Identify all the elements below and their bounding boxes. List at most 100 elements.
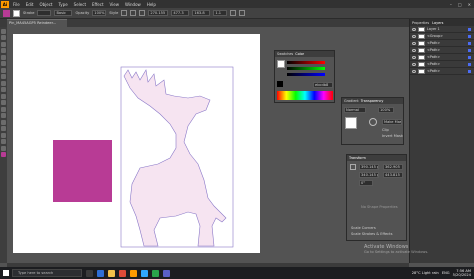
selection-indicator[interactable] bbox=[468, 62, 471, 66]
red-slider[interactable] bbox=[287, 61, 325, 64]
layer-row[interactable]: <Group> bbox=[410, 33, 474, 40]
none-color-icon[interactable] bbox=[277, 81, 283, 87]
tab-transform[interactable]: Transform bbox=[349, 156, 366, 160]
make-mask-button[interactable]: Make Mask bbox=[382, 119, 402, 125]
visibility-eye-icon[interactable] bbox=[412, 62, 416, 66]
windows-start-icon[interactable] bbox=[3, 270, 9, 276]
pencil-tool-icon[interactable] bbox=[1, 74, 6, 79]
menu-file[interactable]: File bbox=[13, 2, 20, 7]
taskbar-search-input[interactable]: Type here to search bbox=[12, 269, 82, 277]
eraser-tool-icon[interactable] bbox=[1, 80, 6, 86]
fill-stroke-widget[interactable] bbox=[277, 60, 285, 68]
eyedropper-tool-icon[interactable] bbox=[1, 119, 6, 125]
hex-field[interactable]: ebcdb8 bbox=[313, 82, 333, 88]
scale-corners-checkbox[interactable]: Scale Corners bbox=[351, 226, 376, 230]
brush-field[interactable]: Basic bbox=[54, 10, 73, 16]
direct-selection-tool-icon[interactable] bbox=[1, 35, 6, 40]
layer-row[interactable]: Layer 1 bbox=[410, 26, 474, 33]
clock[interactable]: 7:56 AM 5/20/2024 bbox=[453, 269, 471, 277]
rectangle-tool-icon[interactable] bbox=[1, 61, 6, 66]
style-picker-icon[interactable] bbox=[121, 10, 128, 16]
magenta-rectangle[interactable] bbox=[53, 140, 112, 202]
weather-text[interactable]: 28°C Light rain bbox=[412, 271, 439, 275]
align-icon[interactable] bbox=[130, 10, 137, 16]
selection-indicator[interactable] bbox=[468, 48, 471, 52]
minimize-icon[interactable]: – bbox=[450, 2, 452, 7]
edge-browser-icon[interactable] bbox=[97, 269, 104, 277]
rotate-tool-icon[interactable] bbox=[1, 87, 6, 92]
blue-slider[interactable] bbox=[287, 73, 325, 76]
layer-row[interactable]: <Path> bbox=[410, 68, 474, 75]
selection-indicator[interactable] bbox=[468, 69, 471, 73]
tab-layers[interactable]: Layers bbox=[432, 21, 443, 25]
arrange-icon[interactable] bbox=[239, 10, 246, 16]
transform-h-field[interactable]: 443.815 bbox=[383, 172, 403, 178]
layer-row[interactable]: <Path> bbox=[410, 47, 474, 54]
line-tool-icon[interactable] bbox=[1, 54, 6, 60]
reference-point-icon[interactable] bbox=[350, 164, 356, 170]
visibility-eye-icon[interactable] bbox=[412, 34, 416, 38]
stroke-weight-field[interactable] bbox=[37, 10, 52, 16]
transform-x-field[interactable]: 390.145 px bbox=[359, 164, 379, 170]
visibility-eye-icon[interactable] bbox=[412, 48, 416, 52]
maximize-icon[interactable]: □ bbox=[458, 2, 462, 7]
reindeer-shape[interactable] bbox=[118, 66, 238, 252]
selection-indicator[interactable] bbox=[468, 27, 471, 31]
file-explorer-icon[interactable] bbox=[108, 269, 115, 277]
chrome-icon[interactable] bbox=[119, 269, 126, 277]
opacity-field[interactable]: 100% bbox=[92, 10, 107, 16]
tab-transparency[interactable]: Transparency bbox=[361, 99, 384, 103]
photoshop-taskbar-icon[interactable] bbox=[141, 269, 148, 277]
language-indicator[interactable]: ENG bbox=[442, 271, 450, 275]
scale-tool-icon[interactable] bbox=[1, 93, 6, 99]
menu-effect[interactable]: Effect bbox=[92, 2, 104, 7]
h-field[interactable]: 1.1 bbox=[213, 10, 228, 16]
selection-indicator[interactable] bbox=[468, 55, 471, 59]
tab-gradient[interactable]: Gradient bbox=[344, 99, 359, 103]
selection-indicator[interactable] bbox=[468, 41, 471, 45]
task-view-icon[interactable] bbox=[86, 269, 93, 277]
opacity-input[interactable]: 100% bbox=[378, 107, 394, 113]
fill-color-icon[interactable] bbox=[1, 152, 6, 157]
visibility-eye-icon[interactable] bbox=[412, 55, 416, 59]
transform-y-field[interactable]: 362.905 bbox=[383, 164, 403, 170]
tab-color[interactable]: Color bbox=[295, 52, 304, 56]
hand-tool-icon[interactable] bbox=[1, 139, 6, 144]
menu-view[interactable]: View bbox=[110, 2, 120, 7]
teams-icon[interactable] bbox=[163, 269, 170, 277]
menu-window[interactable]: Window bbox=[125, 2, 141, 7]
menu-select[interactable]: Select bbox=[74, 2, 86, 7]
scale-strokes-checkbox[interactable]: Scale Strokes & Effects bbox=[351, 232, 392, 236]
zoom-tool-icon[interactable] bbox=[1, 145, 6, 151]
green-slider[interactable] bbox=[287, 67, 325, 70]
illustrator-taskbar-icon[interactable] bbox=[130, 269, 137, 277]
layer-row[interactable]: <Path> bbox=[410, 54, 474, 61]
menu-object[interactable]: Object bbox=[39, 2, 52, 7]
tab-properties[interactable]: Properties bbox=[412, 21, 429, 25]
blend-tool-icon[interactable] bbox=[1, 126, 6, 131]
layer-row[interactable]: <Path> bbox=[410, 61, 474, 68]
menu-help[interactable]: Help bbox=[147, 2, 156, 7]
fill-swatch[interactable] bbox=[3, 9, 10, 17]
y-field[interactable]: 477.3 bbox=[171, 10, 190, 16]
brush-tool-icon[interactable] bbox=[1, 67, 6, 73]
rotate-angle-field[interactable]: 0° bbox=[359, 180, 373, 186]
layer-row[interactable]: <Path> bbox=[410, 40, 474, 47]
width-tool-icon[interactable] bbox=[1, 100, 6, 105]
blend-mode-select[interactable]: Normal bbox=[344, 107, 366, 113]
pen-tool-icon[interactable] bbox=[1, 41, 6, 47]
stroke-swatch[interactable] bbox=[13, 9, 20, 17]
menu-edit[interactable]: Edit bbox=[26, 2, 34, 7]
transform-icon[interactable] bbox=[139, 10, 146, 16]
visibility-eye-icon[interactable] bbox=[412, 41, 416, 45]
whatsapp-icon[interactable] bbox=[152, 269, 159, 277]
color-spectrum[interactable] bbox=[277, 91, 333, 100]
invert-mask-checkbox[interactable]: Invert Mask bbox=[382, 134, 403, 138]
clip-checkbox[interactable]: Clip bbox=[382, 128, 389, 132]
selection-tool-icon[interactable] bbox=[1, 28, 6, 34]
artboard-tool-icon[interactable] bbox=[1, 132, 6, 138]
transform-w-field[interactable]: 340.145 px bbox=[359, 172, 379, 178]
reindeer-path[interactable] bbox=[123, 69, 227, 247]
visibility-eye-icon[interactable] bbox=[412, 69, 416, 73]
isolate-icon[interactable] bbox=[230, 10, 237, 16]
